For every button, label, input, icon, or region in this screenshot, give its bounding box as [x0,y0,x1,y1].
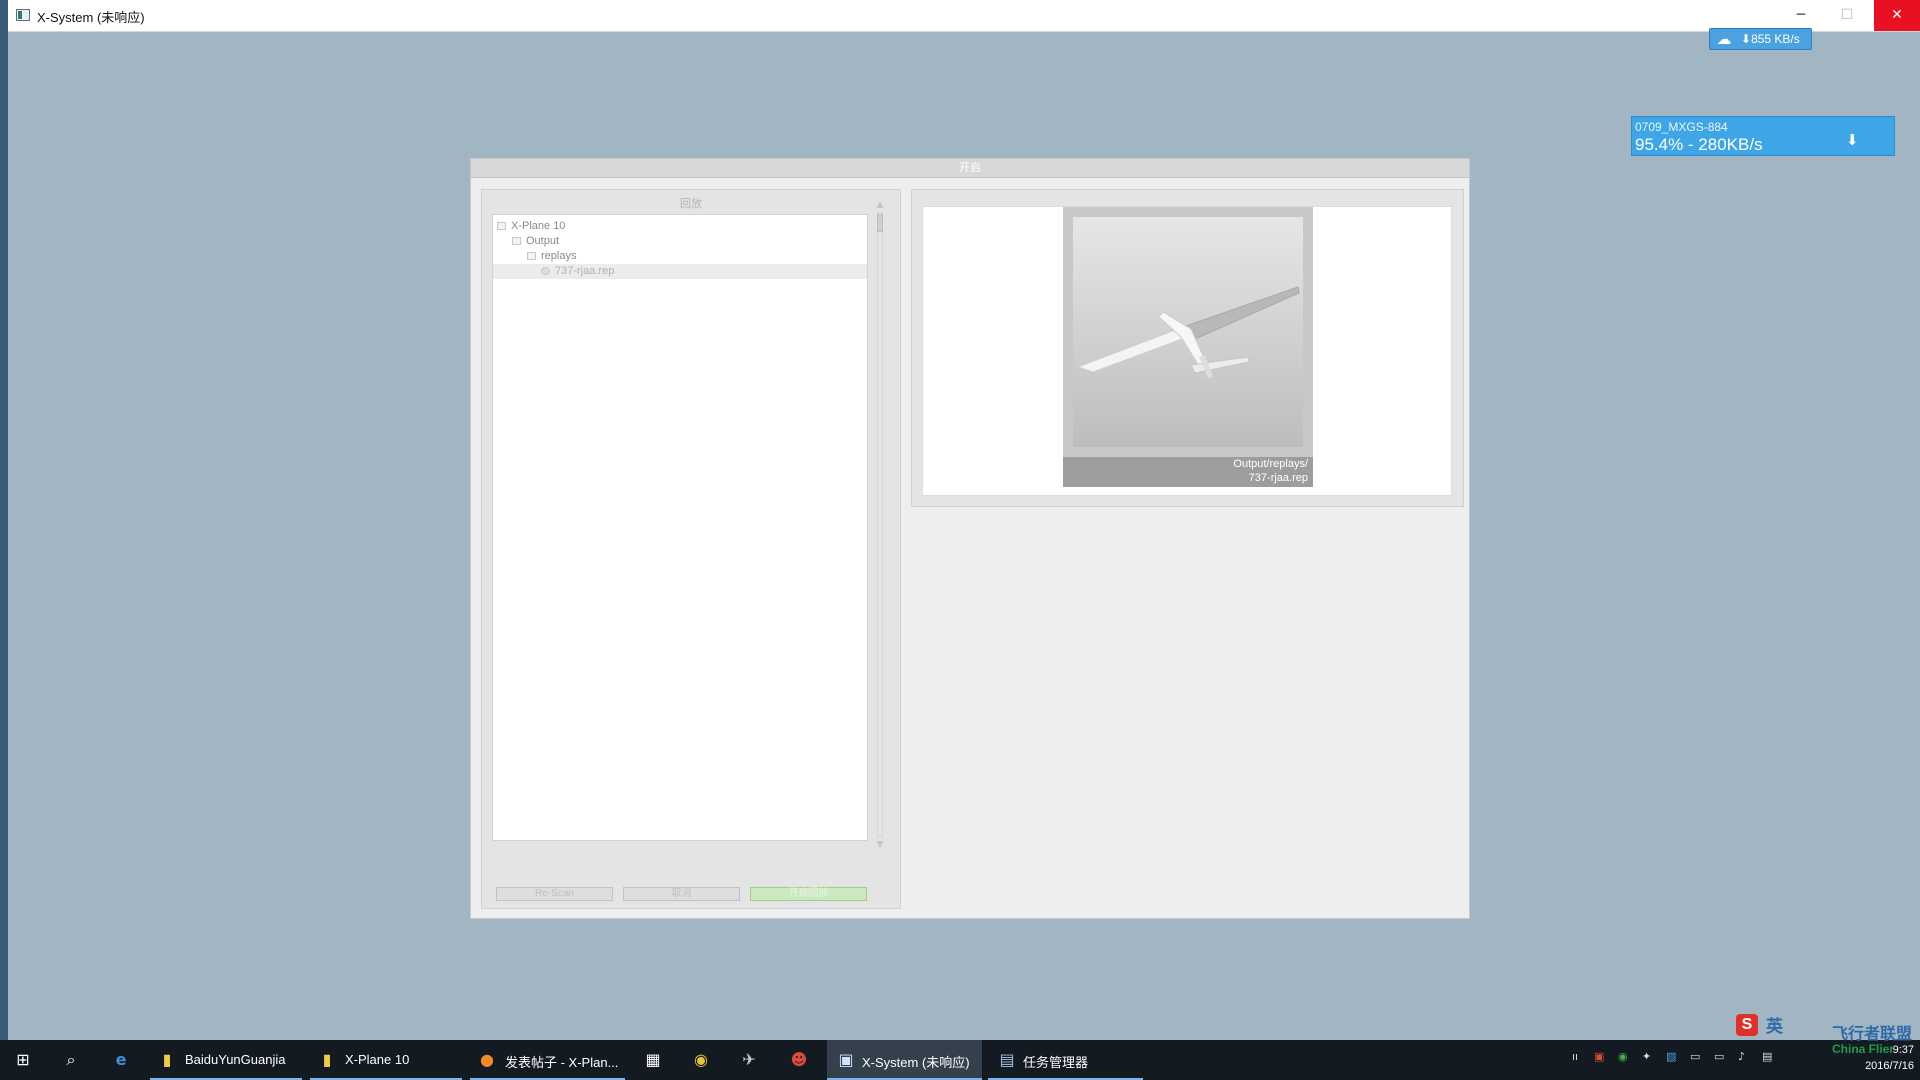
watermark-subtext: China Flier [1832,1042,1895,1056]
scroll-thumb[interactable] [877,214,883,232]
tree-item-label: replays [541,250,577,262]
folder-icon [527,252,536,260]
chrome-icon[interactable]: ◉ [690,1049,712,1071]
qq-icon[interactable]: ☻ [788,1049,810,1071]
taskbar-item-xsystem[interactable]: ▣ X-System (未响应) [827,1040,982,1080]
calculator-icon[interactable]: ▦ [642,1049,664,1071]
app-window: X-System (未响应) ─ ☐ ✕ 开启 回放 X-Plane 10 Ou… [8,0,1920,1040]
title-bar[interactable]: X-System (未响应) ─ ☐ ✕ [8,0,1920,32]
task-manager-icon: ▤ [999,1050,1015,1069]
caption-path: Output/replays/ [1233,458,1308,470]
preview-area: Output/replays/ 737-rjaa.rep [922,206,1452,496]
taskbar-item-label: X-System (未响应) [862,1055,970,1070]
taskbar-item-label: 任务管理器 [1023,1055,1089,1070]
folder-icon: ▮ [162,1050,172,1069]
tray-icon-f[interactable]: ▭ [1690,1050,1700,1063]
taskbar-item-task-manager[interactable]: ▤ 任务管理器 [988,1040,1143,1080]
rescan-button[interactable]: Re-Scan [496,887,613,901]
firefox-icon: ● [480,1050,494,1069]
scroll-down-icon[interactable]: ▼ [874,840,886,850]
taskbar-item-label: X-Plane 10 [345,1052,410,1067]
window-title: X-System (未响应) [37,10,145,25]
tray-icon-d[interactable]: ✦ [1642,1050,1651,1063]
taskbar-item-xplane[interactable]: ▮ X-Plane 10 [310,1040,462,1080]
open-replay-button[interactable]: 开启回放 [750,887,867,901]
folder-icon: ▮ [322,1050,332,1069]
folder-icon [497,222,506,230]
speed-label: ⬇855 KB/s [1741,32,1800,46]
replay-panel: 回放 X-Plane 10 Output replays 737-rjaa.re… [481,189,901,909]
tray-icon-a[interactable]: ıı [1572,1050,1578,1063]
clock-date: 2016/7/16 [1865,1060,1914,1072]
sogou-ime-icon[interactable]: S [1736,1014,1758,1036]
tray-icon-e[interactable]: ▧ [1666,1050,1676,1063]
download-arrow-icon[interactable]: ⬇ [1846,131,1859,149]
replay-panel-title: 回放 [680,198,702,210]
close-button[interactable]: ✕ [1874,0,1920,31]
start-icon[interactable]: ⊞ [12,1049,34,1071]
open-replay-dialog: 开启 回放 X-Plane 10 Output replays 737-rjaa… [470,158,1470,919]
download-name: 0709_MXGS-884 [1635,120,1728,134]
minimize-button[interactable]: ─ [1778,0,1824,31]
network-icon[interactable]: ▭ [1714,1050,1724,1063]
dialog-title: 开启 [471,159,1469,178]
tray-icon-c[interactable]: ◉ [1618,1050,1628,1063]
xsystem-icon: ▣ [838,1050,854,1069]
aircraft-image [1073,217,1303,447]
cancel-button[interactable]: 取消 [623,887,740,901]
tree-item-replay-file[interactable]: 737-rjaa.rep [493,264,867,279]
network-speed-widget[interactable]: ☁ ⬇855 KB/s [1709,28,1812,50]
preview-panel: Output/replays/ 737-rjaa.rep [911,189,1464,507]
tree-scrollbar[interactable]: ▲ ▼ [874,200,886,851]
watermark-text: 飞行者联盟 [1832,1026,1913,1043]
ime-icon[interactable]: ▤ [1762,1050,1772,1063]
edge-icon[interactable]: e [110,1049,132,1071]
tree-item-label: 737-rjaa.rep [555,265,615,277]
scroll-track[interactable] [877,212,883,837]
download-progress-widget[interactable]: 0709_MXGS-884 95.4% - 280KB/s ⬇ [1631,116,1895,156]
search-icon[interactable]: ⌕ [60,1049,82,1071]
tray-icon-b[interactable]: ▣ [1594,1050,1604,1063]
desktop-background [0,0,8,1080]
app-icon[interactable]: ✈ [738,1049,760,1071]
download-arrow-icon: ⬇ [1741,32,1752,46]
speed-value: 855 KB/s [1751,32,1800,46]
taskbar-item-label: BaiduYunGuanjia [185,1052,286,1067]
thumbnail-caption: Output/replays/ 737-rjaa.rep [1063,457,1313,487]
taskbar-item-baiduyun[interactable]: ▮ BaiduYunGuanjia [150,1040,302,1080]
replay-file-icon [541,267,550,275]
maximize-button[interactable]: ☐ [1824,0,1870,31]
watermark-logo: 飞行者联盟 China Flier [1832,1020,1912,1056]
folder-icon [512,237,521,245]
tree-item-label: X-Plane 10 [511,220,566,232]
taskbar: ⊞ ⌕ e ▮ BaiduYunGuanjia ▮ X-Plane 10 ● 发… [0,1040,1920,1080]
scroll-up-icon[interactable]: ▲ [874,200,886,210]
file-tree: X-Plane 10 Output replays 737-rjaa.rep [492,214,868,841]
taskbar-item-label: 发表帖子 - X-Plan... [505,1055,619,1070]
app-icon [16,9,30,21]
aircraft-icon [1076,286,1300,378]
ime-mode-label[interactable]: 英 [1766,1012,1783,1037]
replay-thumbnail[interactable]: Output/replays/ 737-rjaa.rep [1063,207,1313,487]
tree-item-label: Output [526,235,560,247]
caption-filename: 737-rjaa.rep [1248,472,1308,484]
cloud-icon: ☁ [1716,30,1732,48]
download-progress: 95.4% - 280KB/s [1635,135,1763,154]
volume-icon[interactable]: ♪ [1738,1050,1745,1063]
taskbar-item-firefox[interactable]: ● 发表帖子 - X-Plan... [470,1040,625,1080]
